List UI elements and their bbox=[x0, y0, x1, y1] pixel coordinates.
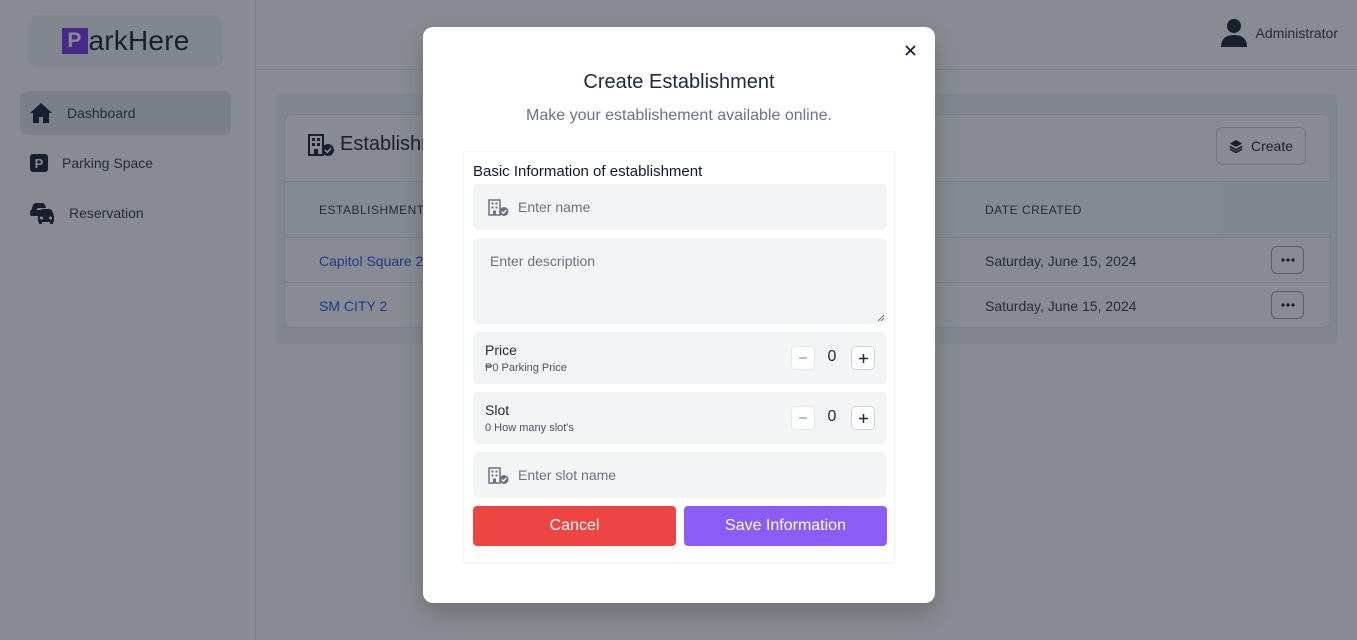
price-value: 0 bbox=[827, 348, 837, 365]
cancel-button[interactable]: Cancel bbox=[473, 506, 676, 546]
slot-label: Slot bbox=[485, 402, 510, 418]
close-icon bbox=[904, 44, 916, 56]
save-information-button[interactable]: Save Information bbox=[684, 506, 887, 546]
description-field[interactable]: Enter description bbox=[473, 238, 887, 324]
create-establishment-modal: Create Establishment Make your establish… bbox=[423, 27, 935, 603]
plus-icon bbox=[858, 353, 869, 364]
minus-icon bbox=[798, 413, 808, 423]
slot-value: 0 bbox=[827, 408, 837, 425]
close-button[interactable] bbox=[901, 41, 919, 59]
modal-subtitle: Make your establishement available onlin… bbox=[526, 107, 832, 124]
price-increment-button[interactable] bbox=[851, 346, 875, 370]
minus-icon bbox=[798, 353, 808, 363]
building-check-icon bbox=[488, 466, 509, 484]
description-input[interactable]: Enter description bbox=[490, 253, 595, 269]
form-section-heading: Basic Information of establishment bbox=[473, 163, 703, 180]
name-field[interactable]: Enter name bbox=[473, 184, 887, 230]
slot-name-field[interactable]: Enter slot name bbox=[473, 452, 887, 498]
name-input[interactable]: Enter name bbox=[518, 199, 590, 215]
resize-handle-icon[interactable] bbox=[877, 314, 885, 322]
modal-title: Create Establishment bbox=[583, 71, 775, 93]
price-hint: ₱0 Parking Price bbox=[485, 362, 567, 374]
price-label: Price bbox=[485, 342, 517, 358]
slot-hint: 0 How many slot's bbox=[485, 422, 574, 434]
establishment-form: Basic Information of establishment Enter… bbox=[463, 151, 895, 563]
slot-stepper: Slot 0 How many slot's 0 bbox=[473, 392, 887, 444]
plus-icon bbox=[858, 413, 869, 424]
slot-decrement-button[interactable] bbox=[791, 406, 815, 430]
slot-name-input[interactable]: Enter slot name bbox=[518, 467, 616, 483]
price-decrement-button[interactable] bbox=[791, 346, 815, 370]
slot-increment-button[interactable] bbox=[851, 406, 875, 430]
price-stepper: Price ₱0 Parking Price 0 bbox=[473, 332, 887, 384]
building-check-icon bbox=[488, 198, 509, 216]
